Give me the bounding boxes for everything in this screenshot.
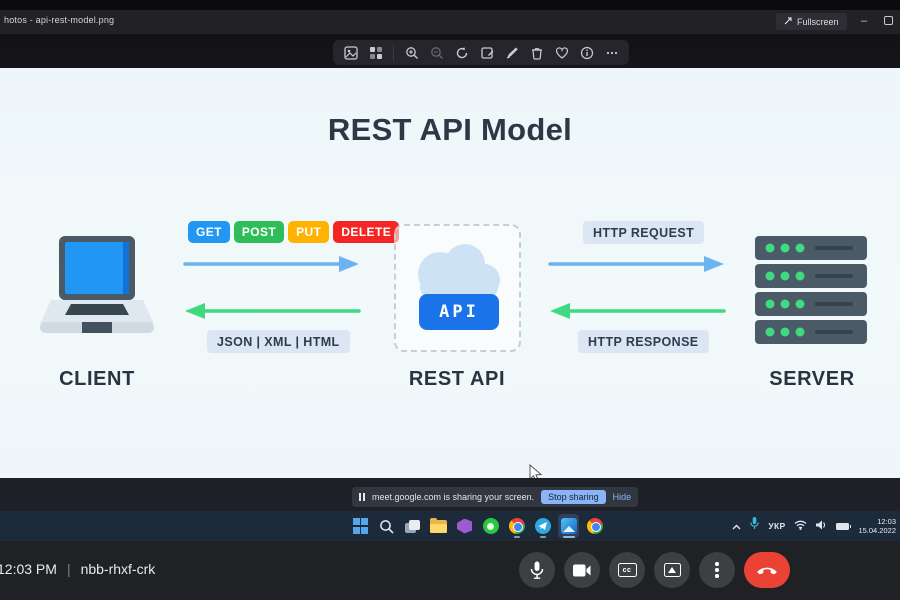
photos-app-icon bbox=[560, 518, 577, 534]
more-options-icon bbox=[715, 562, 719, 578]
task-view-icon bbox=[405, 519, 420, 533]
fullscreen-label: Fullscreen bbox=[797, 16, 839, 27]
client-request-arrow bbox=[183, 254, 361, 274]
captions-icon: cc bbox=[617, 563, 637, 577]
meet-controls: cc bbox=[519, 552, 790, 588]
client-label: CLIENT bbox=[59, 368, 135, 390]
meet-clock: 12:03 PM bbox=[0, 561, 57, 577]
rest-api-box: API bbox=[394, 224, 521, 352]
chrome-icon bbox=[508, 518, 525, 534]
tray-expand-icon[interactable] bbox=[732, 517, 741, 535]
tray-date: 15.04.2022 bbox=[858, 526, 896, 535]
photos-toolbar bbox=[333, 40, 629, 65]
maximize-button[interactable] bbox=[884, 16, 893, 25]
get-badge: GET bbox=[188, 221, 230, 243]
info-icon[interactable] bbox=[579, 45, 594, 60]
browser-button[interactable] bbox=[584, 514, 605, 538]
draw-icon[interactable] bbox=[504, 45, 519, 60]
more-icon[interactable] bbox=[604, 45, 619, 60]
rotate-icon[interactable] bbox=[454, 45, 469, 60]
tray-mic-icon[interactable] bbox=[750, 517, 760, 535]
screen-share-banner: meet.google.com is sharing your screen. … bbox=[352, 487, 639, 507]
put-badge: PUT bbox=[288, 221, 330, 243]
photos-titlebar: hotos - api-rest-model.png bbox=[0, 10, 900, 34]
client-response-arrow bbox=[183, 301, 361, 321]
windows-taskbar: УКР 12:03 15.04.2022 bbox=[0, 511, 900, 541]
http-response-label: HTTP RESPONSE bbox=[578, 330, 709, 353]
server-response-arrow bbox=[548, 301, 726, 321]
crop-icon[interactable] bbox=[479, 45, 494, 60]
see-all-photos-icon[interactable] bbox=[368, 45, 383, 60]
post-badge: POST bbox=[233, 221, 285, 243]
task-view-button[interactable] bbox=[402, 514, 423, 538]
minimize-button[interactable]: – bbox=[855, 12, 873, 30]
folder-icon bbox=[430, 517, 447, 533]
meet-separator: | bbox=[66, 561, 71, 577]
start-button[interactable] bbox=[350, 514, 371, 538]
volume-icon[interactable] bbox=[816, 517, 827, 535]
visual-studio-button[interactable] bbox=[454, 514, 475, 538]
pause-icon[interactable] bbox=[359, 493, 365, 501]
more-options-button[interactable] bbox=[699, 552, 735, 588]
fullscreen-button[interactable]: Fullscreen bbox=[776, 13, 847, 30]
api-button: API bbox=[419, 294, 499, 330]
camera-button[interactable] bbox=[564, 552, 600, 588]
zoom-in-icon[interactable] bbox=[404, 45, 419, 60]
http-request-label: HTTP REQUEST bbox=[583, 221, 705, 244]
http-method-badges: GET POST PUT DELETE bbox=[188, 221, 400, 243]
microphone-button[interactable] bbox=[519, 552, 555, 588]
language-indicator[interactable]: УКР bbox=[768, 521, 785, 531]
battery-icon[interactable] bbox=[836, 522, 852, 530]
window-title: hotos - api-rest-model.png bbox=[4, 15, 115, 25]
taskbar-icons bbox=[350, 514, 605, 538]
end-call-button[interactable] bbox=[744, 552, 790, 588]
server-rack-icon bbox=[755, 236, 867, 351]
windows-logo-icon bbox=[352, 518, 369, 534]
shared-image-canvas: REST API Model CLIENT GET POST PUT DELET… bbox=[0, 68, 900, 482]
screen: hotos - api-rest-model.png Fullscreen – bbox=[0, 0, 900, 600]
rest-api-label: REST API bbox=[408, 368, 506, 390]
green-app-icon bbox=[482, 518, 499, 534]
tray-clock[interactable]: 12:03 15.04.2022 bbox=[858, 517, 896, 535]
photos-app-button[interactable] bbox=[558, 514, 579, 538]
formats-label: JSON | XML | HTML bbox=[207, 330, 350, 353]
server-label: SERVER bbox=[769, 368, 855, 390]
visual-studio-icon bbox=[457, 518, 472, 534]
present-icon bbox=[663, 563, 681, 577]
hide-banner-button[interactable]: Hide bbox=[613, 492, 632, 502]
edit-image-icon[interactable] bbox=[343, 45, 358, 60]
server-request-arrow bbox=[548, 254, 726, 274]
photos-toolbar-row bbox=[0, 34, 900, 68]
client-laptop-icon bbox=[40, 236, 154, 343]
share-message: meet.google.com is sharing your screen. bbox=[372, 492, 535, 502]
chrome-button[interactable] bbox=[506, 514, 527, 538]
telegram-icon bbox=[534, 518, 551, 534]
meet-info: 12:03 PM | nbb-rhxf-crk bbox=[0, 561, 155, 577]
delete-badge: DELETE bbox=[333, 221, 400, 243]
wifi-icon[interactable] bbox=[794, 517, 807, 535]
meeting-code: nbb-rhxf-crk bbox=[80, 561, 156, 577]
favorite-icon[interactable] bbox=[554, 45, 569, 60]
telegram-button[interactable] bbox=[532, 514, 553, 538]
present-button[interactable] bbox=[654, 552, 690, 588]
captions-button[interactable]: cc bbox=[609, 552, 645, 588]
zoom-out-icon[interactable] bbox=[429, 45, 444, 60]
fullscreen-icon bbox=[784, 16, 792, 27]
share-strip: meet.google.com is sharing your screen. … bbox=[0, 478, 900, 511]
file-explorer-button[interactable] bbox=[428, 514, 449, 538]
green-app-button[interactable] bbox=[480, 514, 501, 538]
browser-icon bbox=[586, 518, 603, 534]
toolbar-divider bbox=[393, 45, 394, 60]
top-black-strip bbox=[0, 0, 900, 10]
meet-bottom-bar: 12:03 PM | nbb-rhxf-crk cc bbox=[0, 541, 900, 600]
diagram-title: REST API Model bbox=[327, 112, 573, 147]
delete-icon[interactable] bbox=[529, 45, 544, 60]
tray-time: 12:03 bbox=[877, 517, 896, 526]
stop-sharing-button[interactable]: Stop sharing bbox=[541, 490, 606, 504]
search-button[interactable] bbox=[376, 514, 397, 538]
system-tray: УКР 12:03 15.04.2022 bbox=[732, 511, 896, 541]
